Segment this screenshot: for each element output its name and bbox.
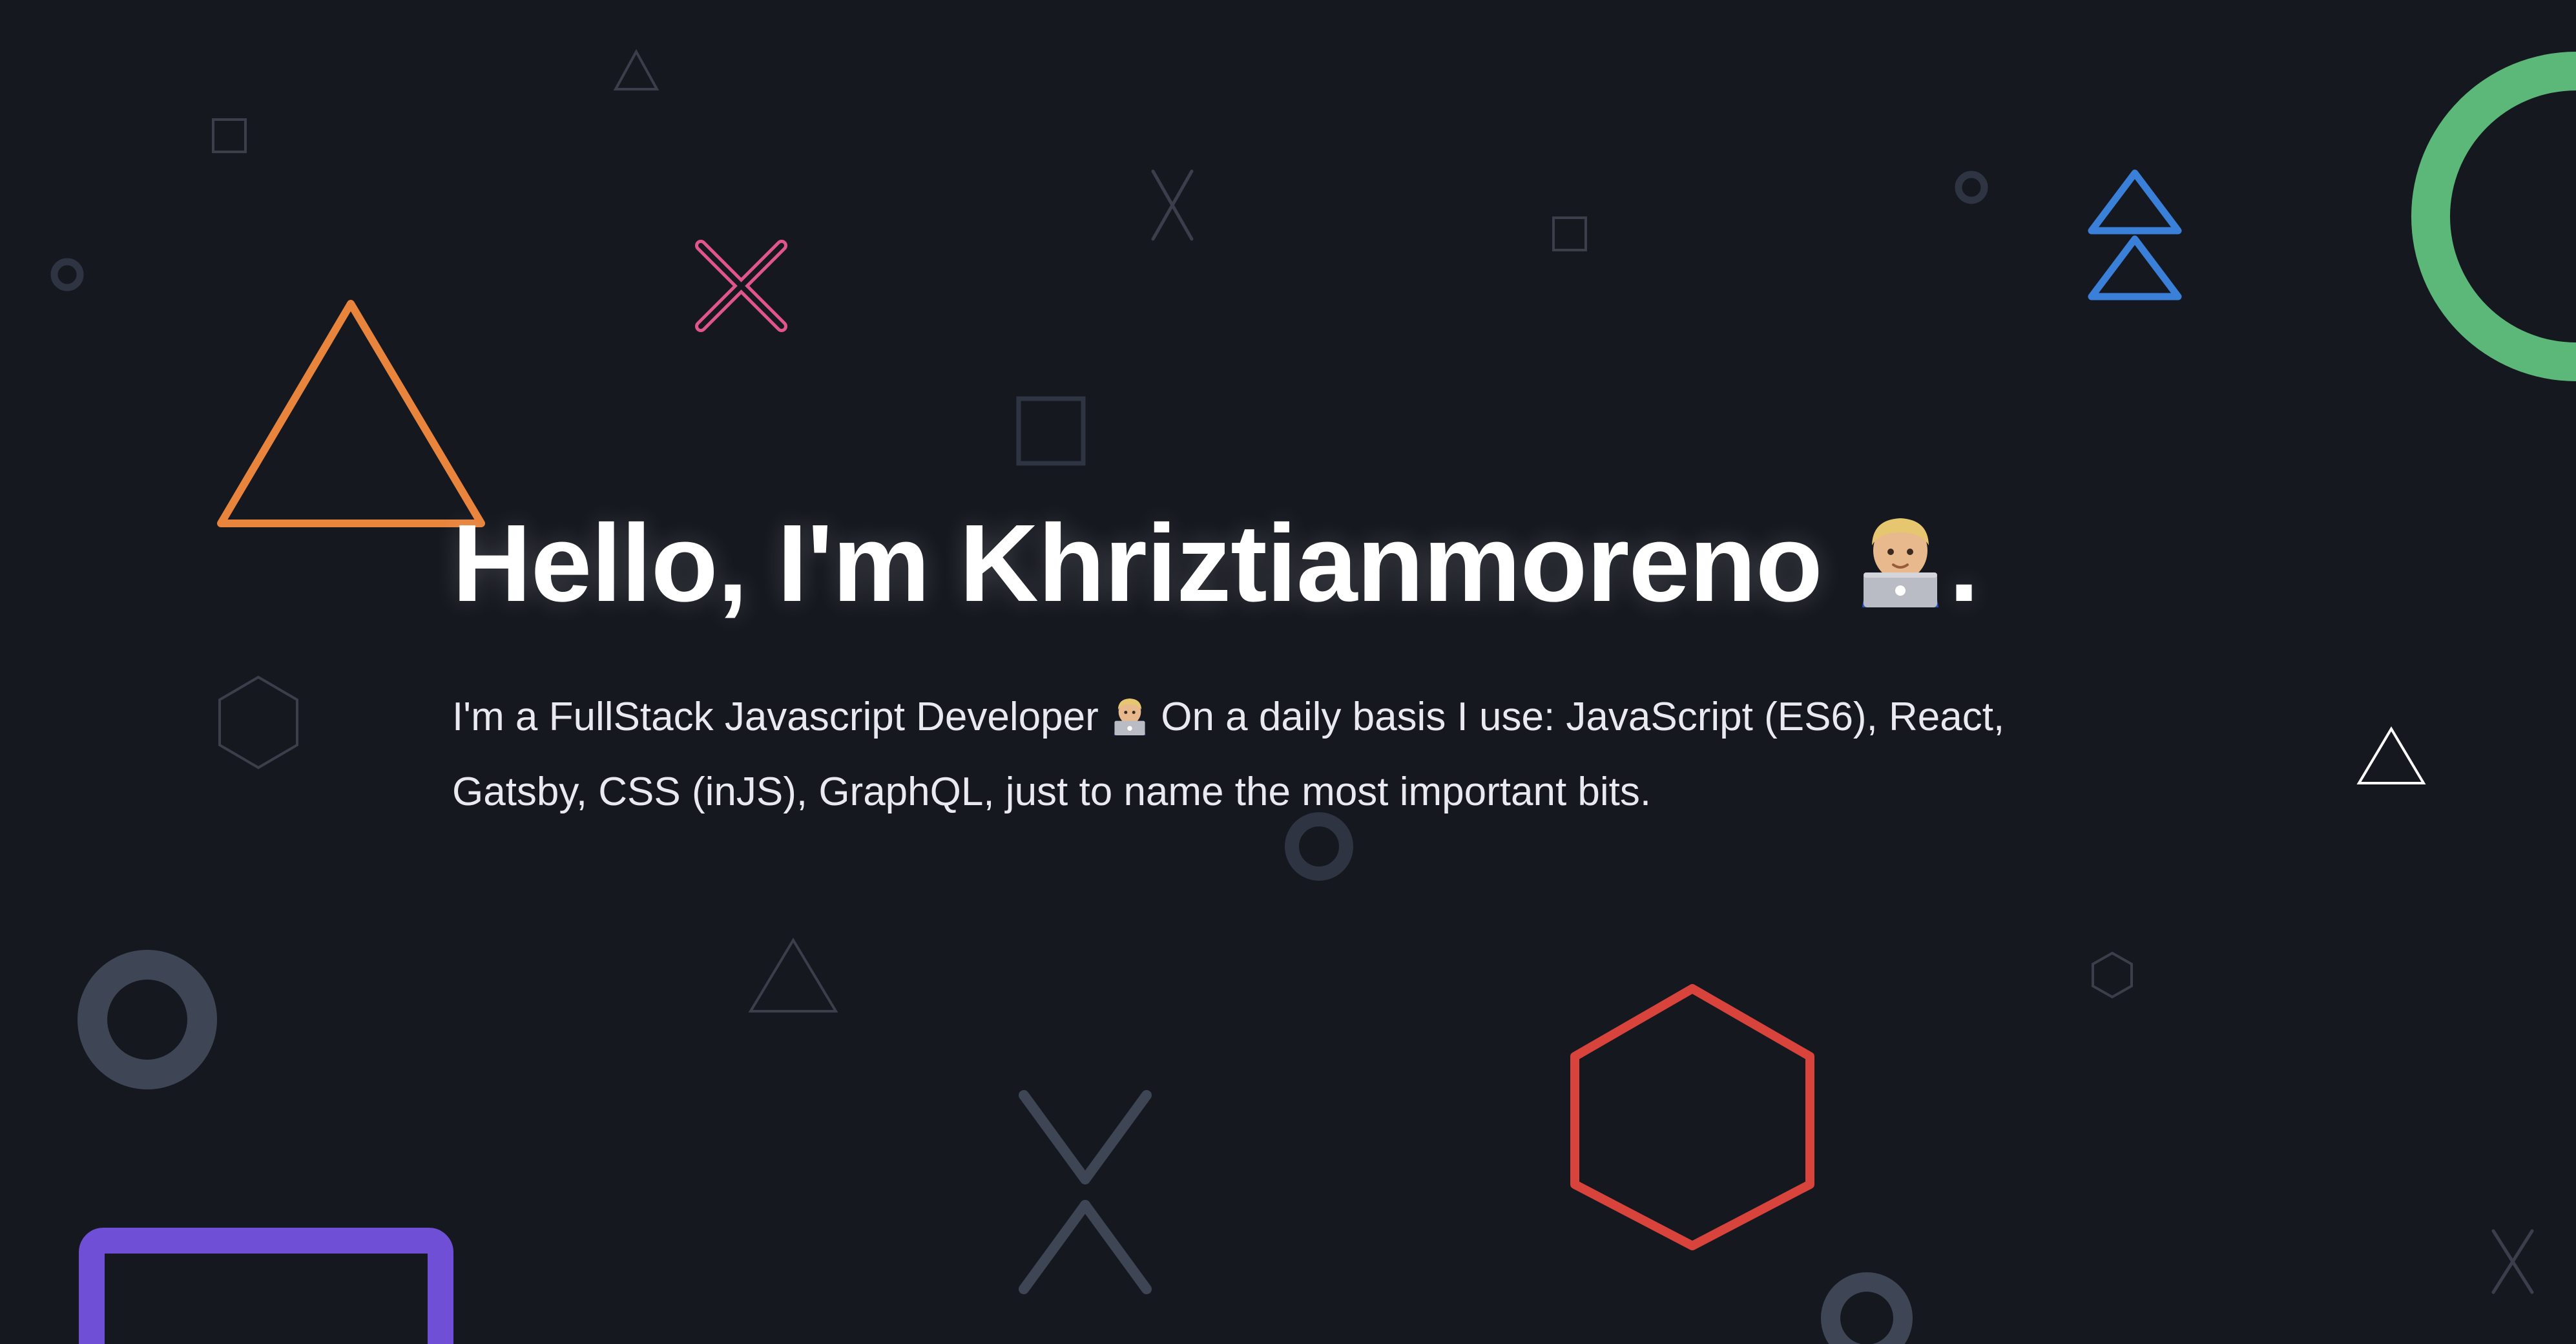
small-ring-shape — [1955, 171, 1988, 204]
small-x-shape — [1151, 169, 1194, 241]
hero-intro-role: I'm a FullStack Javascript Developer — [452, 695, 1099, 739]
hero-intro: I'm a FullStack Javascript Developer On … — [452, 682, 2106, 827]
hero-section: Hello, I'm Khriztianmoreno . I'm a FullS… — [452, 498, 2106, 827]
technologist-emoji-icon — [1852, 504, 1949, 636]
technologist-emoji-small-icon — [1110, 688, 1150, 757]
small-square-shape — [1552, 216, 1587, 251]
hexagon-shape — [218, 675, 298, 770]
small-x-shape — [2491, 1229, 2534, 1294]
white-triangle-shape — [2356, 726, 2426, 784]
hero-greeting-period: . — [1948, 502, 1979, 625]
medium-square-shape — [1016, 396, 1086, 466]
small-square-shape — [212, 118, 247, 153]
hero-greeting: Hello, I'm Khriztianmoreno — [452, 502, 1823, 625]
purple-square-shape — [79, 1228, 453, 1344]
slate-ring-shape — [78, 950, 217, 1089]
small-triangle-shape — [748, 938, 838, 1013]
small-triangle-shape — [613, 48, 660, 90]
red-hexagon-shape — [1570, 984, 1814, 1250]
hero-title: Hello, I'm Khriztianmoreno . — [452, 498, 2106, 636]
medium-ring-shape — [1285, 812, 1353, 881]
small-ring-shape — [50, 258, 84, 291]
slate-ring-shape — [1821, 1272, 1913, 1344]
green-ring-inner-edge — [2560, 207, 2576, 271]
small-hexagon-shape — [2092, 951, 2133, 999]
orange-triangle-shape — [217, 300, 485, 527]
blue-double-triangle-shape — [2088, 169, 2182, 300]
pink-x-shape-inner — [698, 243, 784, 329]
slate-x-shape — [1019, 1090, 1152, 1294]
green-ring-shape — [2411, 52, 2576, 381]
